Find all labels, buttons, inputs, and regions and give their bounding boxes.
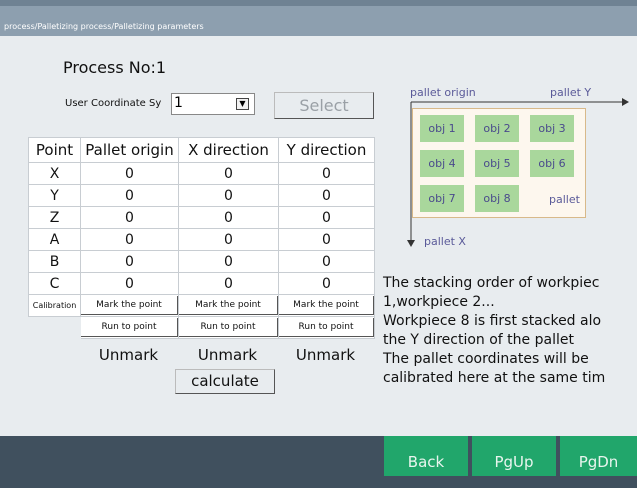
user-coordinate-value: 1 [174,95,183,111]
x-direction-y: 0 [178,184,279,207]
object-8: obj 8 [475,185,519,212]
row-label-b: B [28,250,81,273]
mark-cell-origin: Mark the point [80,294,179,317]
object-7: obj 7 [420,185,464,212]
y-direction-b: 0 [278,250,375,273]
table-row: Y 0 0 0 [28,184,375,207]
run-cell-x: Run to point [178,316,279,339]
unmark-button-x[interactable]: Unmark [178,346,277,364]
table-row: C 0 0 0 [28,272,375,295]
main-panel: Process No:1 User Coordinate Sy 1 ▼ Sele… [0,36,637,436]
table-header-row: Point Pallet origin X direction Y direct… [28,137,375,163]
header-pallet-origin: Pallet origin [80,137,179,163]
mark-cell-x: Mark the point [178,294,279,317]
table-row: Z 0 0 0 [28,206,375,229]
process-number-label: Process No:1 [63,58,167,77]
x-direction-z: 0 [178,206,279,229]
page-down-button[interactable]: PgDn [560,436,637,476]
row-label-a: A [28,228,81,251]
y-direction-z: 0 [278,206,375,229]
pallet-origin-x: 0 [80,162,179,185]
mark-point-button-x[interactable]: Mark the point [179,296,278,315]
table-row: X 0 0 0 [28,162,375,185]
calculate-button[interactable]: calculate [175,369,275,394]
run-to-point-button-x[interactable]: Run to point [179,318,278,337]
mark-point-button-y[interactable]: Mark the point [279,296,374,315]
bottom-nav-bar: Back PgUp PgDn [0,436,637,476]
mark-cell-y: Mark the point [278,294,375,317]
pallet-origin-y: 0 [80,184,179,207]
pallet-label: pallet [549,193,580,206]
y-direction-y: 0 [278,184,375,207]
pallet-origin-z: 0 [80,206,179,229]
header-x-direction: X direction [178,137,279,163]
calibration-row: Calibration Mark the point Mark the poin… [28,294,375,317]
back-button[interactable]: Back [384,436,468,476]
y-direction-x: 0 [278,162,375,185]
pallet-origin-c: 0 [80,272,179,295]
x-direction-x: 0 [178,162,279,185]
unmark-button-origin[interactable]: Unmark [80,346,177,364]
info-line-3: Workpiece 8 is first stacked alo [383,313,602,329]
x-direction-b: 0 [178,250,279,273]
info-line-1: The stacking order of workpiec [383,275,600,291]
table-row: B 0 0 0 [28,250,375,273]
row-label-y: Y [28,184,81,207]
object-2: obj 2 [475,115,519,142]
pallet-x-label: pallet X [424,235,466,248]
object-1: obj 1 [420,115,464,142]
pallet-box: obj 1 obj 2 obj 3 obj 4 obj 5 obj 6 obj … [412,108,586,218]
run-to-point-button-y[interactable]: Run to point [279,318,374,337]
pallet-origin-b: 0 [80,250,179,273]
stacking-info-text: The stacking order of workpiec 1,workpie… [383,274,637,388]
user-coordinate-select[interactable]: 1 ▼ [171,93,255,115]
run-to-point-button-origin[interactable]: Run to point [81,318,178,337]
info-line-5: The pallet coordinates will be [383,351,589,367]
x-direction-a: 0 [178,228,279,251]
object-3: obj 3 [530,115,574,142]
x-direction-c: 0 [178,272,279,295]
pallet-origin-a: 0 [80,228,179,251]
info-line-2: 1,workpiece 2... [383,294,495,310]
run-cell-origin: Run to point [80,316,179,339]
y-direction-a: 0 [278,228,375,251]
row-label-z: Z [28,206,81,229]
run-row-spacer [28,316,81,339]
row-label-c: C [28,272,81,295]
table-row: A 0 0 0 [28,228,375,251]
row-label-x: X [28,162,81,185]
mark-point-button-origin[interactable]: Mark the point [81,296,178,315]
chevron-down-icon[interactable]: ▼ [236,98,249,110]
object-5: obj 5 [475,150,519,177]
top-bar: process/Palletizing process/Palletizing … [0,0,637,36]
top-tab-strip [0,0,637,6]
breadcrumb: process/Palletizing process/Palletizing … [4,22,204,31]
page-up-button[interactable]: PgUp [472,436,556,476]
info-line-6: calibrated here at the same tim [383,370,606,386]
object-6: obj 6 [530,150,574,177]
unmark-button-y[interactable]: Unmark [278,346,373,364]
point-table: Point Pallet origin X direction Y direct… [28,137,375,339]
y-direction-c: 0 [278,272,375,295]
calibration-label: Calibration [28,294,81,317]
info-line-4: the Y direction of the pallet [383,332,574,348]
user-coordinate-label: User Coordinate Sy [65,98,162,109]
header-point: Point [28,137,81,163]
pallet-diagram: pallet origin pallet Y obj 1 obj 2 obj 3… [400,84,637,264]
object-4: obj 4 [420,150,464,177]
select-button[interactable]: Select [274,92,374,119]
run-cell-y: Run to point [278,316,375,339]
header-y-direction: Y direction [278,137,375,163]
run-row: Run to point Run to point Run to point [28,316,375,339]
